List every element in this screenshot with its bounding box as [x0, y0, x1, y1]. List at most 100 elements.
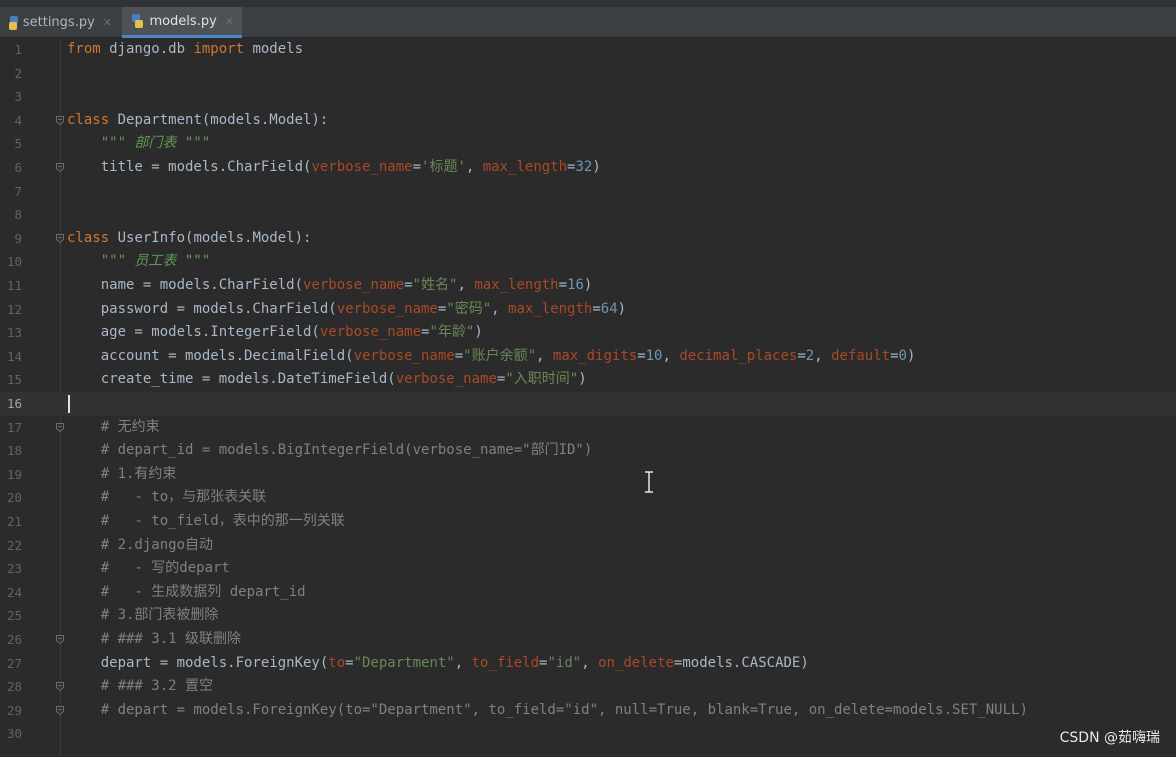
code-token: verbose_name	[319, 324, 422, 341]
code-line[interactable]: 15 create_time = models.DateTimeField(ve…	[0, 368, 1176, 392]
code-line[interactable]: 6 title = models.CharField(verbose_name=…	[0, 156, 1176, 180]
code-token: "Department"	[353, 654, 455, 671]
fold-marker-icon[interactable]	[55, 115, 65, 126]
line-code: title = models.CharField(verbose_name='标…	[67, 156, 601, 180]
close-icon[interactable]: ✕	[103, 16, 112, 29]
code-token: ,	[814, 347, 832, 364]
code-line[interactable]: 17 # 无约束	[0, 416, 1176, 440]
code-line[interactable]: 22 # 2.django自动	[0, 534, 1176, 558]
code-token: password = models.CharField(	[67, 300, 337, 317]
code-token: 10	[645, 347, 663, 364]
line-number: 19	[6, 466, 22, 482]
code-token: # depart_id = models.BigIntegerField(ver…	[67, 442, 593, 459]
line-number: 9	[14, 230, 22, 246]
code-token: )	[578, 371, 587, 388]
line-code: name = models.CharField(verbose_name="姓名…	[67, 274, 593, 298]
fold-marker-icon[interactable]	[55, 634, 65, 645]
line-code: # - to_field，表中的那一列关联	[67, 510, 345, 534]
close-icon[interactable]: ✕	[225, 15, 234, 28]
code-token: 16	[567, 277, 584, 293]
code-token: =	[404, 277, 413, 293]
code-line[interactable]: 2	[0, 62, 1176, 86]
code-token: "密码"	[446, 300, 492, 317]
window-top-strip	[0, 0, 1176, 7]
code-line[interactable]: 1 from django.db import models	[0, 38, 1176, 62]
line-code: # ### 3.2 置空	[67, 675, 213, 699]
line-number: 27	[6, 655, 22, 671]
line-code: class UserInfo(models.Model):	[67, 227, 311, 251]
editor-tab-bar: settings.py ✕ models.py ✕	[0, 7, 1176, 38]
code-token: verbose_name	[311, 159, 413, 175]
code-line[interactable]: 4 class Department(models.Model):	[0, 109, 1176, 133]
code-line[interactable]: 11 name = models.CharField(verbose_name=…	[0, 274, 1176, 298]
line-code: from django.db import models	[67, 38, 303, 62]
text-caret	[68, 395, 70, 413]
code-token: ,	[454, 654, 472, 671]
code-token: =	[592, 300, 601, 317]
fold-marker-icon[interactable]	[55, 233, 65, 244]
line-number: 18	[6, 443, 22, 459]
line-number: 5	[14, 136, 22, 152]
fold-marker-icon[interactable]	[55, 705, 65, 716]
code-token: UserInfo(models.Model):	[109, 229, 312, 246]
line-number: 13	[6, 325, 22, 341]
line-number: 22	[6, 537, 22, 553]
code-line[interactable]: 26 # ### 3.1 级联删除	[0, 628, 1176, 652]
code-line[interactable]: 27 depart = models.ForeignKey(to="Depart…	[0, 652, 1176, 676]
code-editor[interactable]: 1 from django.db import models 2 3 4 class De…	[0, 38, 1176, 757]
code-token: verbose_name	[395, 371, 497, 388]
code-token: # 2.django自动	[67, 536, 214, 553]
code-token: from	[67, 41, 101, 57]
code-token: "入职时间"	[505, 371, 579, 388]
code-line[interactable]: 16	[0, 392, 1176, 416]
code-token: verbose_name	[353, 347, 455, 364]
line-code: # 无约束	[67, 416, 160, 440]
line-number: 17	[6, 419, 22, 435]
fold-marker-icon[interactable]	[55, 422, 65, 433]
code-line[interactable]: 30	[0, 722, 1176, 746]
line-number: 14	[6, 348, 22, 364]
code-line[interactable]: 13 age = models.IntegerField(verbose_nam…	[0, 321, 1176, 345]
line-number: 26	[6, 632, 22, 647]
code-token: =	[637, 347, 646, 364]
code-token: 64	[600, 300, 618, 317]
line-code: account = models.DecimalField(verbose_na…	[67, 345, 916, 369]
code-line[interactable]: 7	[0, 180, 1176, 204]
code-line[interactable]: 9 class UserInfo(models.Model):	[0, 227, 1176, 251]
code-line[interactable]: 25 # 3.部门表被删除	[0, 604, 1176, 628]
code-token: verbose_name	[336, 300, 438, 317]
code-token: ,	[491, 300, 509, 317]
tab-settings-py[interactable]: settings.py ✕	[0, 7, 120, 38]
line-code: create_time = models.DateTimeField(verbo…	[67, 368, 587, 392]
code-line[interactable]: 19 # 1.有约束	[0, 463, 1176, 487]
line-code: password = models.CharField(verbose_name…	[67, 298, 626, 322]
code-line[interactable]: 20 # - to，与那张表关联	[0, 486, 1176, 510]
fold-marker-icon[interactable]	[55, 681, 65, 692]
tab-models-py[interactable]: models.py ✕	[122, 7, 242, 38]
line-number: 25	[6, 608, 22, 624]
code-line[interactable]: 28 # ### 3.2 置空	[0, 675, 1176, 699]
tab-label: models.py	[149, 13, 217, 29]
code-token: import	[193, 41, 245, 57]
code-token: ,	[465, 159, 483, 175]
code-line[interactable]: 10 """ 员工表 """	[0, 250, 1176, 274]
code-line[interactable]: 21 # - to_field，表中的那一列关联	[0, 510, 1176, 534]
line-number: 4	[14, 112, 22, 128]
code-line[interactable]: 12 password = models.CharField(verbose_n…	[0, 298, 1176, 322]
fold-marker-icon[interactable]	[55, 162, 65, 173]
code-token: 2	[805, 347, 815, 364]
code-line[interactable]: 24 # - 生成数据列 depart_id	[0, 581, 1176, 605]
line-code: """ 部门表 """	[67, 132, 210, 156]
line-number: 21	[6, 514, 22, 529]
code-line[interactable]: 18 # depart_id = models.BigIntegerField(…	[0, 439, 1176, 463]
line-code: # 3.部门表被删除	[67, 604, 219, 628]
code-line[interactable]: 5 """ 部门表 """	[0, 132, 1176, 156]
line-code: """ 员工表 """	[67, 250, 210, 274]
code-line[interactable]: 23 # - 写的depart	[0, 557, 1176, 581]
code-line[interactable]: 29 # depart = models.ForeignKey(to="Depa…	[0, 699, 1176, 723]
text-cursor-icon	[645, 471, 653, 493]
code-line[interactable]: 14 account = models.DecimalField(verbose…	[0, 345, 1176, 369]
code-line[interactable]: 8	[0, 203, 1176, 227]
code-line[interactable]: 3	[0, 85, 1176, 109]
